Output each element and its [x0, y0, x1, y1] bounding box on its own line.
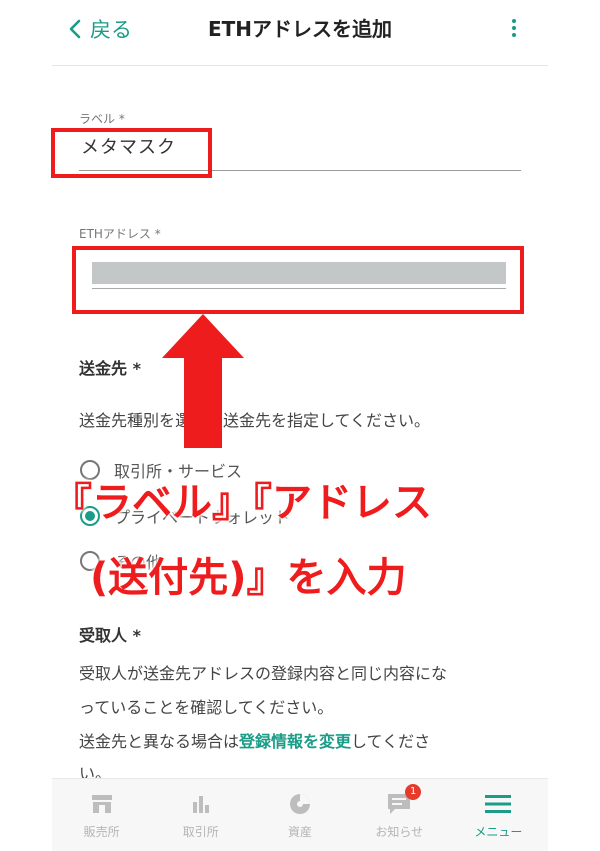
- app-header: 戻る ETHアドレスを追加: [0, 0, 600, 64]
- up-arrow-annotation: [162, 314, 244, 448]
- nav-item-assets[interactable]: 資産: [250, 779, 349, 851]
- menu-icon: [483, 791, 513, 817]
- notification-badge: 1: [405, 784, 422, 800]
- header-divider: [52, 65, 548, 66]
- bottom-nav: 販売所 取引所 資産 1 お知らせ メニュー: [52, 778, 548, 851]
- pie-chart-icon: [285, 791, 315, 817]
- nav-item-exchange[interactable]: 取引所: [151, 779, 250, 851]
- address-highlight-box: [72, 246, 524, 314]
- nav-label: メニュー: [474, 825, 523, 839]
- annotation-caption-line2: (送付先)』を入力: [90, 555, 407, 601]
- recipient-text-line2: っていることを確認してください。: [79, 698, 334, 717]
- nav-label: お知らせ: [375, 825, 424, 839]
- change-registration-link[interactable]: 登録情報を変更: [239, 732, 351, 751]
- address-field-label: ETHアドレス *: [79, 227, 161, 241]
- annotation-caption-line1: 『ラベル』『アドレス: [52, 480, 432, 526]
- destination-title: 送金先 *: [79, 359, 141, 378]
- recipient-title: 受取人 *: [79, 626, 141, 645]
- bar-chart-icon: [186, 791, 216, 817]
- recipient-text-line3: 送金先と異なる場合は登録情報を変更してくださ: [79, 728, 430, 752]
- nav-label: 取引所: [182, 825, 219, 839]
- nav-label: 資産: [288, 825, 313, 839]
- label-highlight-box: [51, 128, 212, 178]
- message-icon: 1: [384, 784, 422, 817]
- store-icon: [87, 791, 117, 817]
- recipient-text-suffix: してくださ: [351, 732, 431, 751]
- nav-item-menu[interactable]: メニュー: [449, 779, 548, 851]
- nav-label: 販売所: [83, 825, 120, 839]
- recipient-text-line1: 受取人が送金先アドレスの登録内容と同じ内容にな: [79, 664, 448, 683]
- nav-item-notices[interactable]: 1 お知らせ: [350, 779, 449, 851]
- nav-item-store[interactable]: 販売所: [52, 779, 151, 851]
- recipient-text-prefix: 送金先と異なる場合は: [79, 732, 240, 751]
- more-options-icon[interactable]: [506, 16, 522, 44]
- destination-description: 送金先種別を選択し送金先を指定してください。: [79, 411, 431, 430]
- label-field-label: ラベル *: [79, 112, 125, 126]
